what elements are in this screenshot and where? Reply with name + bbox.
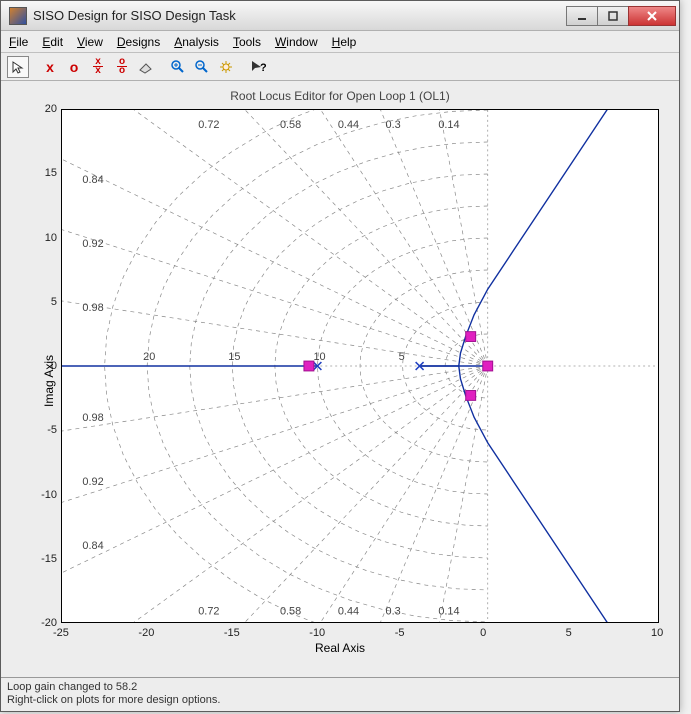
menu-window[interactable]: Window [275,35,318,49]
x-tick: 5 [566,627,572,639]
eraser-icon[interactable] [135,56,157,78]
add-zero-icon[interactable]: o [63,56,85,78]
y-tick: 20 [35,103,57,115]
y-tick: -5 [35,424,57,436]
menu-analysis[interactable]: Analysis [174,35,219,49]
svg-text:10: 10 [313,351,325,363]
svg-text:0.3: 0.3 [386,605,401,617]
svg-text:0.14: 0.14 [438,605,459,617]
add-complex-pole-icon[interactable]: xx [87,56,109,78]
svg-text:0.98: 0.98 [82,412,103,424]
toolbar: x o xx oo ? [1,53,679,81]
svg-text:0.58: 0.58 [280,605,301,617]
window-controls [567,6,676,26]
x-tick: -20 [138,627,154,639]
root-locus-axes[interactable]: 0.72 0.72 0.58 0.58 0.44 0.44 0.3 0.3 0.14 0.14 0.… [61,109,659,623]
status-line-2: Right-click on plots for more design opt… [7,694,673,707]
svg-text:0.72: 0.72 [198,119,219,131]
x-tick: -15 [224,627,240,639]
y-tick: -15 [35,553,57,565]
zoom-in-icon[interactable] [167,56,189,78]
svg-text:0.14: 0.14 [438,119,459,131]
plot-panel: Root Locus Editor for Open Loop 1 (OL1) … [1,81,679,677]
menu-edit[interactable]: Edit [42,35,63,49]
zoom-out-icon[interactable] [191,56,213,78]
maximize-button[interactable] [597,6,629,26]
x-axis-label: Real Axis [11,641,669,655]
svg-text:0.84: 0.84 [82,174,103,186]
add-pole-icon[interactable]: x [39,56,61,78]
y-tick: 15 [35,167,57,179]
y-tick: 5 [35,296,57,308]
svg-text:0.44: 0.44 [338,119,359,131]
whats-this-icon[interactable]: ? [247,56,269,78]
status-bar: Loop gain changed to 58.2 Right-click on… [1,677,679,711]
svg-text:0.92: 0.92 [82,238,103,250]
svg-text:15: 15 [228,351,240,363]
svg-text:5: 5 [399,351,405,363]
menu-help[interactable]: Help [332,35,357,49]
svg-text:0.44: 0.44 [338,605,359,617]
close-button[interactable] [628,6,676,26]
svg-text:0.3: 0.3 [386,119,401,131]
titlebar: SISO Design for SISO Design Task [1,1,679,31]
window-title: SISO Design for SISO Design Task [33,8,567,23]
minimize-button[interactable] [566,6,598,26]
menu-designs[interactable]: Designs [117,35,160,49]
status-line-1: Loop gain changed to 58.2 [7,681,673,694]
menu-file[interactable]: File [9,35,28,49]
svg-text:0.98: 0.98 [82,302,103,314]
svg-text:20: 20 [143,351,155,363]
svg-text:0.92: 0.92 [82,476,103,488]
add-complex-zero-icon[interactable]: oo [111,56,133,78]
root-locus-plot[interactable]: 0.72 0.72 0.58 0.58 0.44 0.44 0.3 0.3 0.14 0.14 0.… [62,110,658,622]
svg-text:0.58: 0.58 [280,119,301,131]
x-tick: 0 [480,627,486,639]
svg-text:0.72: 0.72 [198,605,219,617]
pan-icon[interactable] [215,56,237,78]
svg-text:?: ? [260,62,266,74]
menu-view[interactable]: View [77,35,103,49]
x-tick: -5 [395,627,405,639]
x-tick: -10 [309,627,325,639]
menubar: File Edit View Designs Analysis Tools Wi… [1,31,679,53]
y-tick: -10 [35,489,57,501]
app-window: SISO Design for SISO Design Task File Ed… [0,0,680,712]
y-tick: -20 [35,617,57,629]
menu-tools[interactable]: Tools [233,35,261,49]
plot-title: Root Locus Editor for Open Loop 1 (OL1) [11,89,669,103]
y-tick: 10 [35,232,57,244]
matlab-icon [9,7,27,25]
y-tick: 0 [35,360,57,372]
arrow-tool-icon[interactable] [7,56,29,78]
x-tick: 10 [651,627,663,639]
svg-text:0.84: 0.84 [82,540,103,552]
